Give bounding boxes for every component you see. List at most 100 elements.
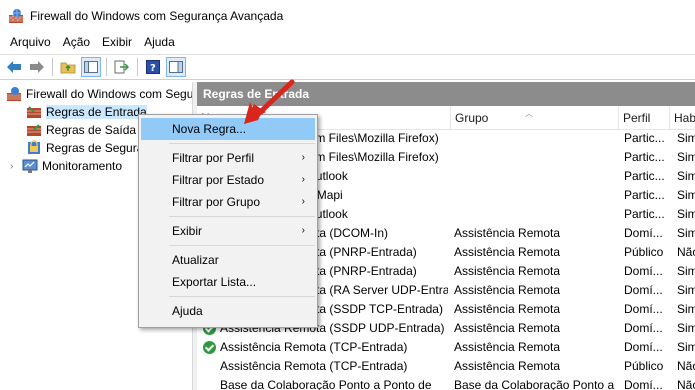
cell-grupo: Assistência Remota xyxy=(454,321,561,335)
cell-perfil: Público xyxy=(624,245,664,259)
monitoring-icon xyxy=(22,158,38,174)
folder-up-icon[interactable] xyxy=(58,57,78,77)
cell-habilitado: Sim xyxy=(677,169,695,183)
menu-arquivo[interactable]: Arquivo xyxy=(4,35,57,49)
cell-grupo xyxy=(454,129,618,148)
menu-separator xyxy=(169,216,315,217)
menu-item-label: Nova Regra... xyxy=(172,122,247,136)
firewall-icon xyxy=(6,86,22,102)
cell-grupo: Assistência Remota xyxy=(454,283,561,297)
cell-perfil: Público xyxy=(624,359,664,373)
toolbar-separator xyxy=(52,58,53,76)
menu-item-exportar-lista[interactable]: Exportar Lista... xyxy=(141,271,315,293)
connection-security-icon xyxy=(26,140,42,156)
red-pointer-arrow-icon xyxy=(244,79,295,124)
window-title: Firewall do Windows com Segurança Avança… xyxy=(30,9,284,23)
cell-grupo xyxy=(454,167,618,186)
column-header-grupo[interactable]: Grupo xyxy=(450,106,618,130)
menu-exibir[interactable]: Exibir xyxy=(96,35,138,49)
menu-item-label: Atualizar xyxy=(172,253,219,267)
cell-habilitado: Não xyxy=(677,245,695,259)
toolbar-separator xyxy=(106,58,107,76)
menu-bar: Arquivo Ação Exibir Ajuda xyxy=(0,32,695,52)
cell-nome: Assistência Remota (TCP-Entrada) xyxy=(220,359,408,373)
cell-grupo: Assistência Remota xyxy=(454,226,561,240)
cell-habilitado: Sim xyxy=(677,188,695,202)
context-menu: Nova Regra... Filtrar por Perfil › Filtrar … xyxy=(138,114,318,328)
cell-perfil: Partic... xyxy=(624,150,665,164)
menu-ajuda[interactable]: Ajuda xyxy=(138,35,181,49)
table-row[interactable]: Base da Colaboração Ponto a Ponto de Base… xyxy=(197,376,695,390)
menu-item-filtrar-por-grupo[interactable]: Filtrar por Grupo › xyxy=(141,191,315,213)
tree-item-regras-saida[interactable]: Regras de Saída xyxy=(26,121,136,139)
submenu-chevron-icon: › xyxy=(301,174,305,185)
table-row[interactable]: Assistência Remota (TCP-Entrada) Assistên… xyxy=(197,338,695,357)
menu-item-filtrar-por-perfil[interactable]: Filtrar por Perfil › xyxy=(141,147,315,169)
tree-root-label: Firewall do Windows com Segurança Avança… xyxy=(26,87,193,101)
submenu-chevron-icon: › xyxy=(301,225,305,236)
cell-perfil: Domí... xyxy=(624,302,663,316)
cell-habilitado: Não xyxy=(677,359,695,373)
cell-perfil: Partic... xyxy=(624,207,665,221)
cell-habilitado: Não xyxy=(677,378,695,390)
cell-perfil: Domí... xyxy=(624,321,663,335)
cell-habilitado: Sim xyxy=(677,264,695,278)
cell-habilitado: Sim xyxy=(677,321,695,335)
cell-grupo xyxy=(454,186,618,205)
inbound-rules-icon xyxy=(26,104,42,120)
menu-acao[interactable]: Ação xyxy=(57,35,96,49)
tree-item-monitoramento[interactable]: › Monitoramento xyxy=(10,157,122,175)
cell-perfil: Domí... xyxy=(624,340,663,354)
tree-item-regras-entrada[interactable]: Regras de Entrada xyxy=(26,103,147,121)
cell-grupo xyxy=(454,148,618,167)
cell-perfil: Domí... xyxy=(624,378,663,390)
cell-grupo: Assistência Remota xyxy=(454,359,561,373)
menu-separator xyxy=(169,245,315,246)
submenu-chevron-icon: › xyxy=(301,196,305,207)
firewall-app-icon xyxy=(8,8,24,24)
title-bar: Firewall do Windows com Segurança Avança… xyxy=(0,0,695,32)
back-arrow-icon[interactable] xyxy=(4,57,24,77)
toolbar-separator xyxy=(137,58,138,76)
cell-perfil: Partic... xyxy=(624,131,665,145)
cell-grupo: Base da Colaboração Ponto a xyxy=(454,378,615,390)
cell-perfil: Partic... xyxy=(624,188,665,202)
table-row[interactable]: Assistência Remota (TCP-Entrada) Assistên… xyxy=(197,357,695,376)
cell-perfil: Domí... xyxy=(624,226,663,240)
cell-perfil: Domí... xyxy=(624,283,663,297)
column-header-habilitado[interactable]: Habilitado xyxy=(669,106,695,130)
cell-habilitado: Sim xyxy=(677,283,695,297)
show-hide-tree-icon[interactable] xyxy=(81,57,101,77)
menu-separator xyxy=(169,296,315,297)
menu-item-label: Filtrar por Estado xyxy=(172,173,265,187)
forward-arrow-icon[interactable] xyxy=(27,57,47,77)
cell-grupo: Assistência Remota xyxy=(454,302,561,316)
cell-grupo: Assistência Remota xyxy=(454,264,561,278)
cell-grupo: Assistência Remota xyxy=(454,340,561,354)
menu-item-ajuda[interactable]: Ajuda xyxy=(141,300,315,322)
cell-grupo: Assistência Remota xyxy=(454,245,561,259)
submenu-chevron-icon: › xyxy=(301,152,305,163)
menu-item-label: Filtrar por Perfil xyxy=(172,151,255,165)
action-pane-icon[interactable] xyxy=(166,57,186,77)
outbound-rules-icon xyxy=(26,122,42,138)
cell-nome: Assistência Remota (TCP-Entrada) xyxy=(220,340,408,354)
toolbar: ? xyxy=(0,54,695,80)
menu-item-exibir[interactable]: Exibir › xyxy=(141,220,315,242)
cell-habilitado: Sim xyxy=(677,131,695,145)
expand-chevron-icon[interactable]: › xyxy=(10,161,22,172)
help-icon[interactable]: ? xyxy=(143,57,163,77)
cell-habilitado: Sim xyxy=(677,302,695,316)
menu-item-label: Exibir xyxy=(172,224,203,238)
export-icon[interactable] xyxy=(112,57,132,77)
tree-root[interactable]: Firewall do Windows com Segurança Avança… xyxy=(6,85,193,103)
tree-item-label: Monitoramento xyxy=(42,159,123,173)
cell-habilitado: Sim xyxy=(677,226,695,240)
cell-habilitado: Sim xyxy=(677,207,695,221)
tree-item-label: Regras de Saída xyxy=(46,123,137,137)
menu-item-filtrar-por-estado[interactable]: Filtrar por Estado › xyxy=(141,169,315,191)
cell-perfil: Domí... xyxy=(624,264,663,278)
menu-item-atualizar[interactable]: Atualizar xyxy=(141,249,315,271)
cell-habilitado: Sim xyxy=(677,340,695,354)
column-header-perfil[interactable]: Perfil xyxy=(618,106,669,130)
